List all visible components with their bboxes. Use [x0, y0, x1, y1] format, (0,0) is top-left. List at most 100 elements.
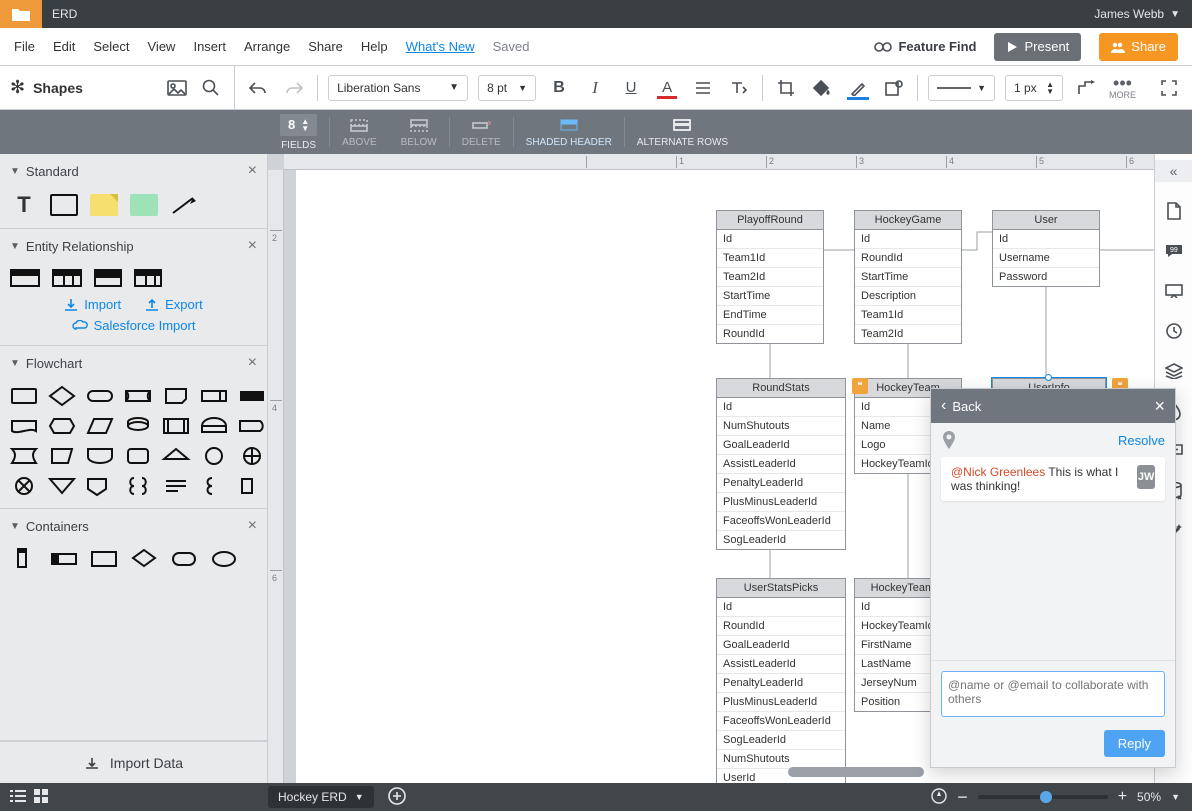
flowchart-shape[interactable] [48, 476, 76, 496]
feature-find[interactable]: Feature Find [874, 39, 976, 54]
table-row[interactable]: AssistLeaderId [717, 655, 845, 674]
close-icon[interactable]: × [248, 517, 257, 535]
menu-whats-new[interactable]: What's New [406, 39, 475, 54]
table-row[interactable]: RoundId [717, 617, 845, 636]
flowchart-shape[interactable] [124, 416, 152, 436]
flowchart-shape[interactable] [200, 476, 228, 496]
text-color-button[interactable]: A [654, 75, 680, 101]
table-row[interactable]: StartTime [855, 268, 961, 287]
layers-icon[interactable] [1163, 360, 1185, 382]
line-color-button[interactable] [845, 75, 871, 101]
flowchart-shape[interactable] [238, 416, 266, 436]
fill-button[interactable] [809, 75, 835, 101]
erd-table-playoffround[interactable]: PlayoffRoundIdTeam1IdTeam2IdStartTimeEnd… [716, 210, 824, 344]
flowchart-shape[interactable] [200, 446, 228, 466]
table-header[interactable]: PlayoffRound [717, 211, 823, 230]
table-row[interactable]: Description [855, 287, 961, 306]
table-row[interactable]: Id [717, 230, 823, 249]
flowchart-shape[interactable] [124, 446, 152, 466]
auto-zoom-icon[interactable] [931, 788, 947, 807]
collapse-right-dock[interactable]: « [1155, 160, 1192, 182]
fields-stepper[interactable]: 8▲▼ FIELDS [268, 110, 329, 154]
er-table-2-shape[interactable] [94, 269, 122, 287]
salesforce-import[interactable]: Salesforce Import [94, 318, 196, 333]
table-row[interactable]: Id [717, 598, 845, 617]
redo-button[interactable] [281, 75, 307, 101]
table-row[interactable]: Team2Id [717, 268, 823, 287]
flowchart-shape[interactable] [238, 476, 266, 496]
block-shape[interactable] [130, 194, 158, 216]
flowchart-shape[interactable] [10, 476, 38, 496]
table-row[interactable]: GoalLeaderId [717, 436, 845, 455]
arrow-shape[interactable] [170, 194, 198, 216]
list-view-icon[interactable] [10, 790, 26, 805]
flowchart-shape[interactable] [124, 476, 152, 496]
table-row[interactable]: StartTime [717, 287, 823, 306]
table-row[interactable]: SogLeaderId [717, 531, 845, 549]
flowchart-shape[interactable] [48, 446, 76, 466]
resolve-link[interactable]: Resolve [1118, 433, 1165, 448]
line-route-button[interactable] [1073, 75, 1099, 101]
flowchart-shape[interactable] [200, 386, 228, 406]
container-shape[interactable] [170, 549, 198, 569]
container-shape[interactable] [210, 549, 238, 569]
table-row[interactable]: RoundId [717, 325, 823, 343]
page-icon[interactable] [1163, 200, 1185, 222]
section-flowchart[interactable]: Flowchart [26, 356, 82, 371]
menu-file[interactable]: File [14, 39, 35, 54]
er-table-cols2-shape[interactable] [134, 269, 162, 287]
line-style-select[interactable]: ▼ [928, 75, 995, 101]
flowchart-shape[interactable] [162, 446, 190, 466]
container-shape[interactable] [50, 549, 78, 569]
close-comment-panel[interactable]: × [1154, 396, 1165, 417]
line-width-select[interactable]: 1 px▲▼ [1005, 75, 1063, 101]
add-page-button[interactable] [388, 787, 406, 808]
flowchart-shape[interactable] [162, 386, 190, 406]
image-icon[interactable] [164, 75, 190, 101]
presentation-icon[interactable] [1163, 280, 1185, 302]
flowchart-shape[interactable] [86, 476, 114, 496]
er-table-shape[interactable] [10, 269, 40, 287]
flowchart-shape[interactable] [86, 416, 114, 436]
alternate-rows[interactable]: ALTERNATE ROWS [625, 110, 740, 154]
container-shape[interactable] [130, 549, 158, 569]
text-rotate-button[interactable] [726, 75, 752, 101]
grid-view-icon[interactable] [34, 789, 48, 806]
table-row[interactable]: PenaltyLeaderId [717, 474, 845, 493]
section-containers[interactable]: Containers [26, 519, 89, 534]
horizontal-scrollbar[interactable] [558, 767, 1154, 777]
zoom-out[interactable]: − [957, 787, 968, 808]
menu-view[interactable]: View [148, 39, 176, 54]
flowchart-shape[interactable] [238, 386, 266, 406]
section-er[interactable]: Entity Relationship [26, 239, 134, 254]
align-button[interactable] [690, 75, 716, 101]
container-shape[interactable] [10, 549, 38, 569]
erd-table-roundstats[interactable]: RoundStatsIdNumShutoutsGoalLeaderIdAssis… [716, 378, 846, 550]
search-icon[interactable] [198, 75, 224, 101]
flowchart-shape[interactable] [124, 386, 152, 406]
zoom-in[interactable]: + [1118, 788, 1127, 806]
table-row[interactable]: RoundId [855, 249, 961, 268]
page-tab[interactable]: Hockey ERD▼ [268, 786, 374, 808]
comment-marker[interactable]: ❝ [852, 378, 868, 394]
present-button[interactable]: Present [994, 33, 1081, 61]
section-standard[interactable]: Standard [26, 164, 79, 179]
menu-select[interactable]: Select [93, 39, 129, 54]
menu-help[interactable]: Help [361, 39, 388, 54]
flowchart-shape[interactable] [10, 416, 38, 436]
table-row[interactable]: EndTime [717, 306, 823, 325]
table-row[interactable]: PlusMinusLeaderId [717, 693, 845, 712]
crop-button[interactable] [773, 75, 799, 101]
delete-field[interactable]: DELETE [450, 110, 513, 154]
erd-table-hockeygame[interactable]: HockeyGameIdRoundIdStartTimeDescriptionT… [854, 210, 962, 344]
flowchart-shape[interactable] [162, 416, 190, 436]
table-header[interactable]: User [993, 211, 1099, 230]
comment-input[interactable] [941, 671, 1165, 717]
flowchart-shape[interactable] [48, 416, 76, 436]
insert-above[interactable]: ABOVE [330, 110, 388, 154]
table-header[interactable]: HockeyGame [855, 211, 961, 230]
table-row[interactable]: FaceoffsWonLeaderId [717, 512, 845, 531]
erd-table-user[interactable]: UserIdUsernamePassword [992, 210, 1100, 287]
table-row[interactable]: Team1Id [717, 249, 823, 268]
gear-icon[interactable]: ✻ [10, 77, 25, 98]
